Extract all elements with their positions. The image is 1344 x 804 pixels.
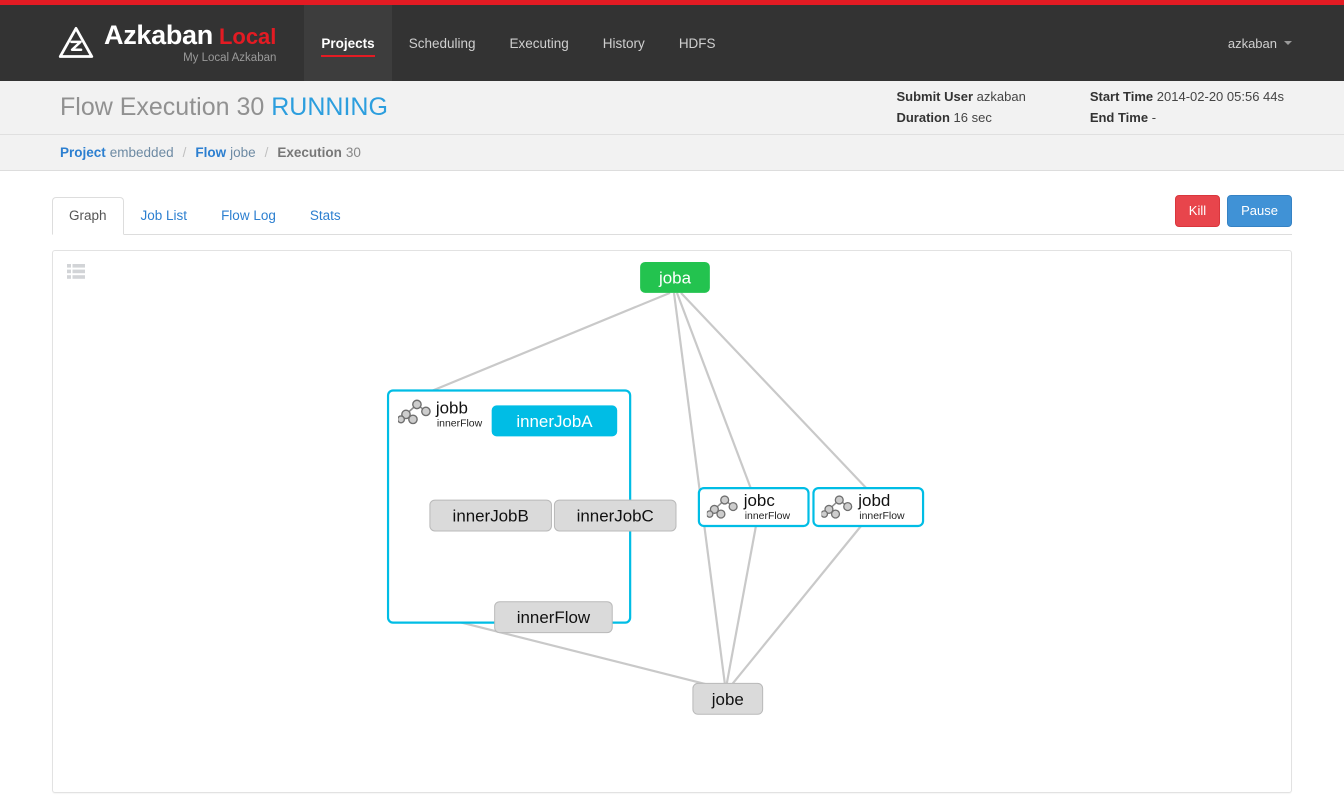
breadcrumb-value: jobe [230, 145, 256, 160]
breadcrumb-separator: / [182, 145, 187, 160]
tab-label: Flow Log [221, 208, 276, 224]
nav-item-label: Scheduling [408, 35, 476, 51]
node-label: jobe [711, 690, 744, 709]
execution-summary: Submit User azkaban Duration 16 sec Star… [896, 87, 1284, 127]
summary-value: azkaban [976, 89, 1026, 105]
nav-item-history[interactable]: History [586, 5, 662, 81]
nav-item-hdfs[interactable]: HDFS [662, 5, 733, 81]
summary-start-time: Start Time 2014-02-20 05:56 44s [1090, 87, 1284, 107]
chevron-down-icon [1284, 41, 1292, 45]
summary-submit-user: Submit User azkaban [896, 87, 1025, 107]
breadcrumb-key: Flow [195, 145, 227, 160]
main-navbar: Azkaban Local My Local Azkaban Projects S… [0, 5, 1344, 81]
nav-item-label: Executing [509, 35, 569, 51]
execution-header: Flow Execution 30 RUNNING Submit User az… [0, 81, 1344, 135]
nav-items: Projects Scheduling Executing History HD… [304, 5, 732, 81]
pause-button[interactable]: Pause [1227, 195, 1292, 227]
graph-node-innerJobB[interactable]: innerJobB [429, 499, 552, 532]
flow-node-title: jobb [435, 398, 468, 417]
summary-column-left: Submit User azkaban Duration 16 sec [896, 87, 1089, 127]
summary-duration: Duration 16 sec [896, 108, 1025, 128]
summary-value: 2014-02-20 05:56 44s [1156, 89, 1284, 105]
user-menu[interactable]: azkaban [1228, 5, 1344, 81]
breadcrumb-item-flow[interactable]: Flow jobe [195, 145, 255, 160]
brand-subtitle: My Local Azkaban [183, 51, 277, 64]
edge-joba-jobd [680, 292, 868, 489]
flow-node-jobd[interactable]: jobd innerFlow [812, 487, 925, 528]
tab-job-list[interactable]: Job List [124, 197, 205, 235]
nav-item-executing[interactable]: Executing [493, 5, 586, 81]
graph-node-innerFlow[interactable]: innerFlow [494, 601, 613, 634]
active-nav-underline [321, 55, 375, 57]
kill-button[interactable]: Kill [1174, 195, 1221, 227]
tab-label: Graph [69, 208, 107, 224]
graph-node-innerJobC[interactable]: innerJobC [553, 499, 677, 532]
flow-node-title: jobc [743, 491, 776, 510]
breadcrumb-value: embedded [109, 145, 174, 160]
tab-label: Stats [309, 208, 341, 224]
user-menu-label: azkaban [1227, 35, 1277, 51]
breadcrumb-separator: / [264, 145, 269, 160]
breadcrumb-item-execution: Execution 30 [277, 145, 361, 160]
summary-end-time: End Time - [1090, 108, 1284, 128]
status-badge: RUNNING [271, 93, 388, 121]
node-label: joba [658, 268, 692, 287]
tab-flow-log[interactable]: Flow Log [204, 197, 293, 235]
tab-label: Job List [140, 208, 188, 224]
brand-home-link[interactable]: Azkaban Local My Local Azkaban [0, 5, 294, 81]
summary-label: Start Time [1089, 89, 1154, 105]
tab-bar: Graph Job List Flow Log Stats Kill Pause [52, 187, 1292, 235]
summary-label: End Time [1089, 109, 1149, 125]
azkaban-triangle-logo [58, 26, 94, 58]
nav-item-label: HDFS [678, 35, 716, 51]
summary-label: Duration [896, 109, 950, 125]
page-content: Graph Job List Flow Log Stats Kill Pause [0, 187, 1344, 793]
edge-joba-jobc [675, 292, 752, 489]
breadcrumb-key: Execution [277, 145, 342, 160]
node-label: innerJobB [453, 506, 529, 525]
summary-label: Submit User [896, 89, 974, 105]
flow-node-jobc[interactable]: jobc innerFlow [697, 487, 810, 528]
flow-node-subtitle: innerFlow [437, 418, 483, 429]
summary-value: - [1151, 109, 1157, 125]
nav-item-scheduling[interactable]: Scheduling [392, 5, 493, 81]
execution-id: 30 [236, 93, 265, 121]
brand-edition: Local [218, 23, 277, 49]
breadcrumb-value: 30 [345, 145, 361, 160]
tab-stats[interactable]: Stats [293, 197, 358, 235]
node-label: innerJobC [577, 506, 654, 525]
node-label: innerJobA [516, 412, 593, 431]
graph-node-joba[interactable]: joba [640, 261, 710, 293]
tab-graph[interactable]: Graph [52, 197, 124, 235]
summary-column-right: Start Time 2014-02-20 05:56 44s End Time… [1090, 87, 1284, 127]
flow-node-subtitle: innerFlow [859, 511, 905, 522]
graph-node-jobe[interactable]: jobe [692, 682, 764, 715]
flow-graph-canvas[interactable]: jobb innerFlow innerJobA innerJobB inner… [53, 251, 1291, 792]
flow-graph-panel: jobb innerFlow innerJobA innerJobB inner… [52, 250, 1292, 793]
breadcrumb-key: Project [60, 145, 106, 160]
page-title-prefix: Flow Execution [60, 93, 230, 121]
nav-item-label: Projects [321, 35, 375, 51]
node-label: innerFlow [517, 608, 591, 627]
nav-item-projects[interactable]: Projects [304, 5, 392, 81]
breadcrumb-item-project[interactable]: Project embedded [60, 145, 174, 160]
flow-node-title: jobd [857, 491, 890, 510]
summary-value: 16 sec [953, 109, 992, 125]
page-title: Flow Execution 30 RUNNING [60, 93, 388, 122]
flow-node-subtitle: innerFlow [745, 511, 791, 522]
nav-item-label: History [602, 35, 645, 51]
graph-node-innerJobA[interactable]: innerJobA [491, 405, 618, 437]
brand-name: Azkaban [104, 19, 213, 50]
tab-actions: Kill Pause [1174, 195, 1292, 234]
breadcrumb: Project embedded / Flow jobe / Execution 30 [0, 135, 1344, 171]
edge-joba-jobb [427, 291, 671, 394]
